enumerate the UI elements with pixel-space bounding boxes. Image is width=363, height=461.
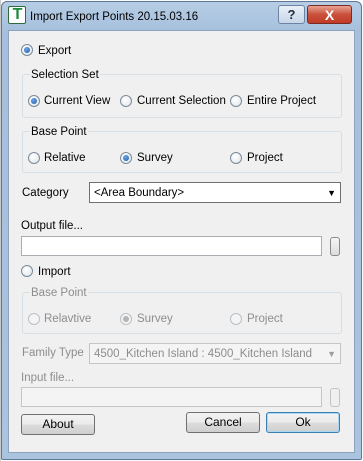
current-selection-label: Current Selection <box>137 95 226 107</box>
current-view-radio[interactable] <box>28 95 40 107</box>
input-file-label: Input file... <box>21 372 75 384</box>
import-project-radio[interactable] <box>230 313 242 325</box>
import-radio[interactable] <box>21 265 33 277</box>
entire-project-label: Entire Project <box>247 95 317 107</box>
current-selection-radio[interactable] <box>120 95 132 107</box>
import-survey-radio[interactable] <box>120 313 132 325</box>
category-value: <Area Boundary> <box>94 187 185 199</box>
export-base-point-legend: Base Point <box>30 125 88 139</box>
input-file-browse-button[interactable] <box>330 388 340 407</box>
cancel-button[interactable]: Cancel <box>186 412 260 433</box>
relative-label: Relative <box>44 152 86 164</box>
family-type-value: 4500_Kitchen Island : 4500_Kitchen Islan… <box>94 348 313 360</box>
output-file-browse-button[interactable] <box>330 237 340 256</box>
ok-button[interactable]: Ok <box>266 412 340 433</box>
import-base-point-legend: Base Point <box>30 286 88 300</box>
family-type-label: Family Type <box>22 347 84 359</box>
export-label: Export <box>38 45 72 57</box>
import-relative-radio[interactable] <box>28 313 40 325</box>
category-dropdown[interactable]: <Area Boundary> ▼ <box>89 182 341 203</box>
window-title: Import Export Points 20.15.03.16 <box>30 11 199 23</box>
survey-label: Survey <box>137 152 173 164</box>
help-button[interactable]: ? <box>278 5 305 24</box>
export-radio[interactable] <box>21 44 33 56</box>
about-button[interactable]: About <box>21 414 95 435</box>
chevron-down-icon: ▼ <box>327 188 336 198</box>
selection-set-legend: Selection Set <box>30 68 100 82</box>
chevron-down-icon: ▼ <box>327 349 336 359</box>
output-file-label: Output file... <box>21 220 84 232</box>
category-label: Category <box>22 187 69 199</box>
relative-radio[interactable] <box>28 152 40 164</box>
project-radio[interactable] <box>230 152 242 164</box>
input-file-input[interactable] <box>21 387 322 407</box>
revit-tools-icon: T <box>8 6 26 24</box>
survey-radio[interactable] <box>120 152 132 164</box>
import-relative-label: Relavtive <box>44 313 92 325</box>
output-file-input[interactable] <box>21 236 322 256</box>
entire-project-radio[interactable] <box>230 95 242 107</box>
import-label: Import <box>38 266 71 278</box>
import-survey-label: Survey <box>137 313 173 325</box>
import-project-label: Project <box>247 313 283 325</box>
family-type-dropdown[interactable]: 4500_Kitchen Island : 4500_Kitchen Islan… <box>89 343 341 364</box>
close-button[interactable]: X <box>307 5 352 24</box>
current-view-label: Current View <box>44 95 111 107</box>
project-label: Project <box>247 152 283 164</box>
